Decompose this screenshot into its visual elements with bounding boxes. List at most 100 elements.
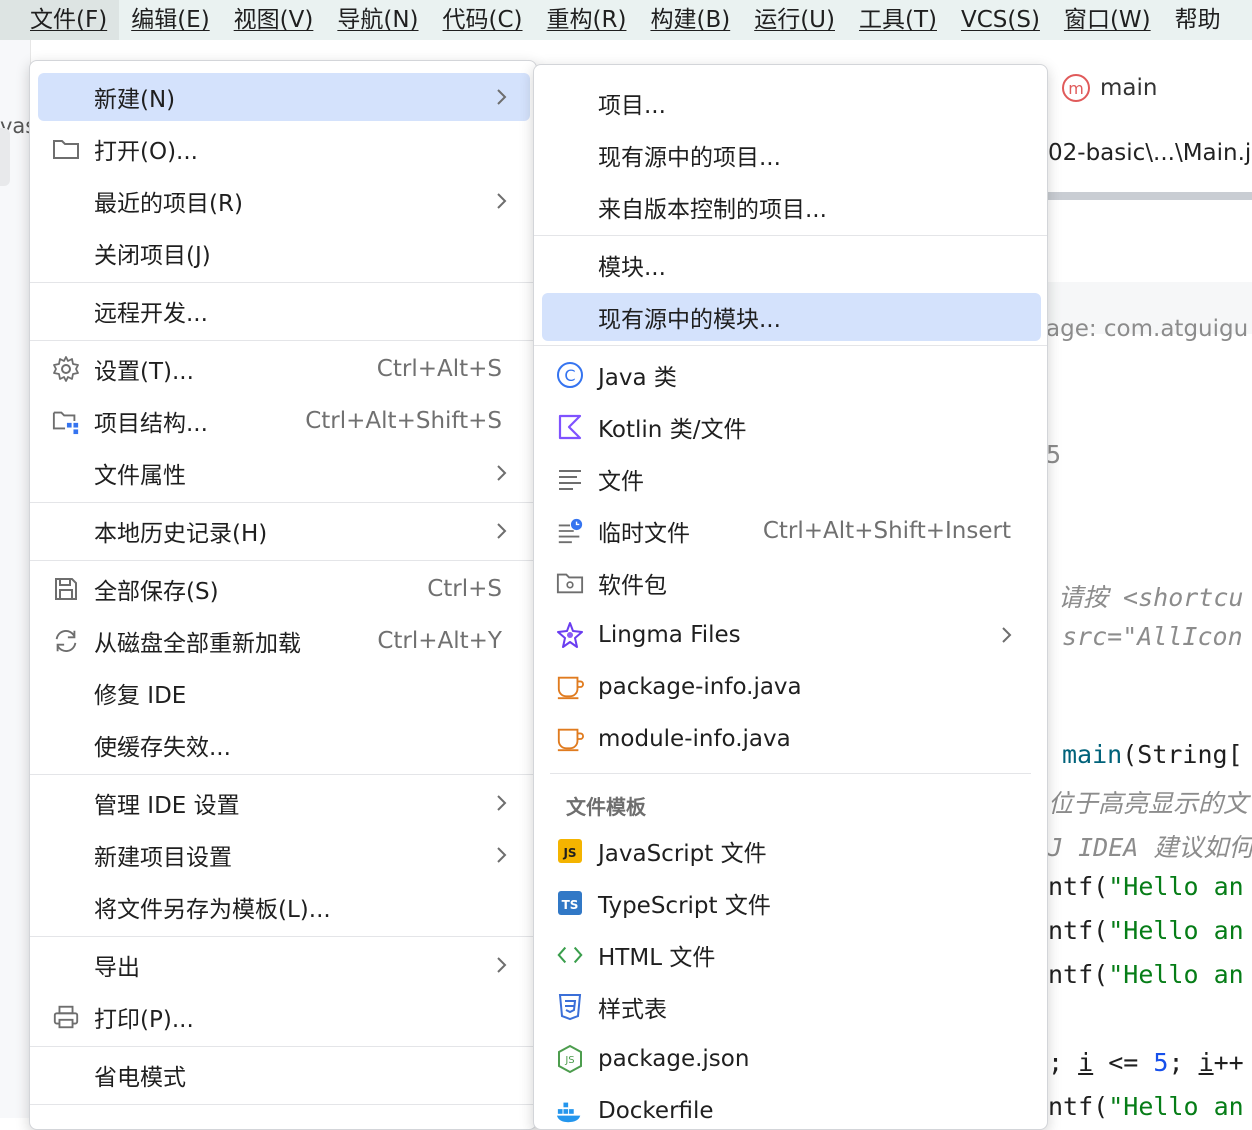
menu-item-shortcut: Ctrl+Alt+Y <box>377 628 502 654</box>
menu-separator <box>534 235 1047 236</box>
chevron-right-icon <box>497 89 507 105</box>
breadcrumb: 02-basic\...\Main.j <box>1048 140 1252 166</box>
menu-item-manage-ide-settings[interactable]: 管理 IDE 设置 <box>38 779 530 827</box>
menu-code[interactable]: 代码(C) <box>431 0 535 40</box>
menu-item-label: 模块... <box>598 255 666 281</box>
file-menu: 新建(N) 打开(O)... 最近的项目(R) 关闭项目(J) 远程开发... … <box>29 60 537 1130</box>
code-token: <= <box>1093 1048 1154 1077</box>
new-item-scratch-file[interactable]: 临时文件 Ctrl+Alt+Shift+Insert <box>542 507 1041 555</box>
menu-item-label: 设置(T)... <box>94 359 194 385</box>
menu-item-project-structure[interactable]: 项目结构... Ctrl+Alt+Shift+S <box>38 397 530 445</box>
menu-item-file-properties[interactable]: 文件属性 <box>38 449 530 497</box>
new-item-kotlin-file[interactable]: Kotlin 类/文件 <box>542 403 1041 451</box>
menu-edit[interactable]: 编辑(E) <box>119 0 221 40</box>
menu-item-label: 临时文件 <box>598 521 690 547</box>
css-icon <box>556 993 584 1021</box>
file-templates-section-title: 文件模板 <box>566 795 646 819</box>
menu-separator <box>30 936 536 937</box>
menu-item-new-project-settings[interactable]: 新建项目设置 <box>38 831 530 879</box>
menu-tools[interactable]: 工具(T) <box>847 0 949 40</box>
new-item-package-json[interactable]: JS package.json <box>542 1035 1041 1083</box>
menu-item-reload-all[interactable]: 从磁盘全部重新加载 Ctrl+Alt+Y <box>38 617 530 665</box>
menu-vcs[interactable]: VCS(S) <box>949 0 1052 40</box>
new-submenu: 项目... 现有源中的项目... 来自版本控制的项目... 模块... 现有源中… <box>533 64 1048 1130</box>
new-item-typescript-file[interactable]: TS TypeScript 文件 <box>542 879 1041 927</box>
menu-run[interactable]: 运行(U) <box>742 0 847 40</box>
menu-refactor[interactable]: 重构(R) <box>535 0 639 40</box>
menu-item-save-all[interactable]: 全部保存(S) Ctrl+S <box>38 565 530 613</box>
code-token: ; <box>1168 1048 1199 1077</box>
new-item-html-file[interactable]: HTML 文件 <box>542 931 1041 979</box>
menu-navigate[interactable]: 导航(N) <box>325 0 430 40</box>
editor-tab[interactable]: m main <box>1048 62 1252 114</box>
menu-file[interactable]: 文件(F) <box>0 0 120 40</box>
new-item-module[interactable]: 模块... <box>542 241 1041 289</box>
menu-item-label: 修复 IDE <box>94 683 187 709</box>
code-string: "Hello an <box>1108 916 1244 945</box>
menu-item-close-project[interactable]: 关闭项目(J) <box>38 229 530 277</box>
menu-item-save-as-template[interactable]: 将文件另存为模板(L)... <box>38 883 530 931</box>
menu-view[interactable]: 视图(V) <box>222 0 326 40</box>
new-item-project-from-sources[interactable]: 现有源中的项目... <box>542 131 1041 179</box>
new-item-javascript-file[interactable]: JS JavaScript 文件 <box>542 827 1041 875</box>
new-item-module-from-sources[interactable]: 现有源中的模块... <box>542 293 1041 341</box>
new-item-project[interactable]: 项目... <box>542 79 1041 127</box>
save-icon <box>52 575 80 603</box>
new-item-package-info[interactable]: package-info.java <box>542 663 1041 711</box>
menu-item-label: 打开(O)... <box>94 139 198 165</box>
tool-window-button[interactable] <box>0 128 10 186</box>
menu-item-recent-projects[interactable]: 最近的项目(R) <box>38 177 530 225</box>
new-item-package[interactable]: 软件包 <box>542 559 1041 607</box>
new-item-java-class[interactable]: C Java 类 <box>542 351 1041 399</box>
code-line-printf-4: ntf("Hello an <box>1048 1092 1244 1121</box>
print-icon <box>52 1003 80 1031</box>
menu-item-label: 从磁盘全部重新加载 <box>94 631 301 657</box>
new-item-dockerfile[interactable]: Dockerfile <box>542 1087 1041 1129</box>
menu-item-export[interactable]: 导出 <box>38 941 530 989</box>
code-line-printf-1: ntf("Hello an <box>1048 872 1244 901</box>
code-token: ; <box>1048 1048 1079 1077</box>
menu-item-label: Dockerfile <box>598 1098 714 1124</box>
menu-item-repair-ide[interactable]: 修复 IDE <box>38 669 530 717</box>
code-line-printf-2: ntf("Hello an <box>1048 916 1244 945</box>
new-item-stylesheet[interactable]: 样式表 <box>542 983 1041 1031</box>
menu-separator <box>30 340 536 341</box>
menu-item-settings[interactable]: 设置(T)... Ctrl+Alt+S <box>38 345 530 393</box>
menu-build[interactable]: 构建(B) <box>638 0 742 40</box>
menu-item-label: 导出 <box>94 955 140 981</box>
package-statement: age: com.atguigu <box>1046 316 1249 342</box>
tab-scroll-indicator <box>1048 192 1252 200</box>
new-item-project-from-vcs[interactable]: 来自版本控制的项目... <box>542 183 1041 231</box>
ts-glyph: TS <box>562 898 579 912</box>
chevron-right-icon <box>497 847 507 863</box>
reload-icon <box>52 627 80 655</box>
menu-separator <box>30 560 536 561</box>
menu-item-label: 管理 IDE 设置 <box>94 793 240 819</box>
nodejs-icon: JS <box>556 1044 584 1074</box>
menu-separator <box>550 773 1031 774</box>
menu-item-invalidate-caches[interactable]: 使缓存失效... <box>38 721 530 769</box>
menu-item-new[interactable]: 新建(N) <box>38 73 530 121</box>
menu-item-label: TypeScript 文件 <box>598 893 771 919</box>
menu-separator <box>30 502 536 503</box>
new-item-file[interactable]: 文件 <box>542 455 1041 503</box>
code-string: "Hello an <box>1108 1092 1244 1121</box>
menu-item-remote-development[interactable]: 远程开发... <box>38 287 530 335</box>
menu-item-local-history[interactable]: 本地历史记录(H) <box>38 507 530 555</box>
chevron-right-icon <box>497 465 507 481</box>
code-line-comment-3: 位于高亮显示的文 <box>1048 789 1249 818</box>
menu-item-open[interactable]: 打开(O)... <box>38 125 530 173</box>
menu-item-label: 样式表 <box>598 997 667 1023</box>
new-item-lingma-files[interactable]: Lingma Files <box>542 611 1041 659</box>
gear-icon <box>52 355 80 383</box>
menu-item-print[interactable]: 打印(P)... <box>38 993 530 1041</box>
menu-item-label: 文件属性 <box>94 463 186 489</box>
code-line-comment-1: 请按 <shortcu <box>1058 583 1244 612</box>
code-line-main: main(String[ <box>1062 740 1243 769</box>
code-line-printf-3: ntf("Hello an <box>1048 960 1244 989</box>
code-fn-params: (String[ <box>1122 740 1243 769</box>
menu-help[interactable]: 帮助 <box>1163 0 1221 40</box>
new-item-module-info[interactable]: module-info.java <box>542 715 1041 763</box>
menu-window[interactable]: 窗口(W) <box>1052 0 1163 40</box>
menu-item-power-save-mode[interactable]: 省电模式 <box>38 1051 530 1099</box>
